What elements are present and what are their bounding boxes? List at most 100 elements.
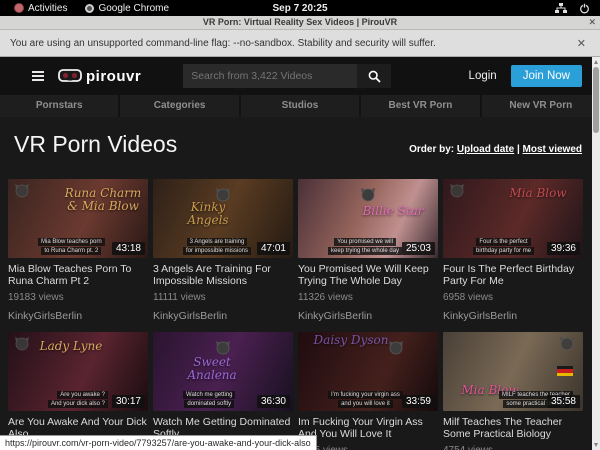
search-bar [183, 64, 391, 88]
logo-text: pirouvr [86, 68, 141, 85]
search-icon [368, 70, 381, 83]
nav-item-best-vr-porn[interactable]: Best VR Porn [361, 95, 481, 117]
menu-icon[interactable] [32, 71, 44, 81]
thumbnail-overlay-text: Runa Charm & Mia Blow [64, 187, 142, 212]
duration-badge: 36:30 [257, 395, 290, 408]
video-card[interactable]: Daisy Dyson I'm fucking your virgin assa… [298, 332, 438, 450]
duration-badge: 30:17 [112, 395, 145, 408]
video-card[interactable]: Runa Charm & Mia Blow Mia Blow teaches p… [8, 179, 148, 322]
duration-badge: 47:01 [257, 242, 290, 255]
thumbnail-caption: You promised we willkeep trying the whol… [328, 238, 402, 255]
video-title[interactable]: Mia Blow Teaches Porn To Runa Charm Pt 2 [8, 263, 148, 287]
video-thumbnail[interactable]: Sweet Analena Watch me gettingdominated … [153, 332, 293, 411]
studio-watermark-icon [14, 336, 30, 352]
login-link[interactable]: Login [469, 70, 497, 82]
video-views: 11111 views [153, 292, 293, 303]
video-title[interactable]: Im Fucking Your Virgin Ass And You Will … [298, 416, 438, 440]
video-grid: Runa Charm & Mia Blow Mia Blow teaches p… [8, 179, 592, 450]
power-icon[interactable] [579, 3, 590, 14]
studio-watermark-icon [360, 187, 376, 203]
video-studio-link[interactable]: KinkyGirlsBerlin [153, 310, 293, 322]
order-by: Order by: Upload date | Most viewed [409, 144, 592, 155]
order-upload-date-link[interactable]: Upload date [457, 144, 514, 155]
site-logo[interactable]: pirouvr [58, 68, 141, 85]
order-by-label: Order by: [409, 144, 454, 155]
video-thumbnail[interactable]: Runa Charm & Mia Blow Mia Blow teaches p… [8, 179, 148, 258]
video-title[interactable]: Four Is The Perfect Birthday Party For M… [443, 263, 583, 287]
duration-badge: 25:03 [402, 242, 435, 255]
studio-watermark-icon [14, 183, 30, 199]
video-thumbnail[interactable]: Kinky Angels 3 Angels are trainingfor im… [153, 179, 293, 258]
gnome-top-bar: Activities Google Chrome Sep 7 20:25 [0, 0, 600, 16]
webpage: pirouvr Login Join Now Pornstars Categor… [0, 57, 600, 450]
nav-item-categories[interactable]: Categories [120, 95, 240, 117]
nav-item-pornstars[interactable]: Pornstars [0, 95, 120, 117]
window-close-icon[interactable]: ✕ [588, 17, 596, 28]
video-title[interactable]: 3 Angels Are Training For Impossible Mis… [153, 263, 293, 287]
studio-watermark-icon [449, 183, 465, 199]
studio-watermark-icon [388, 340, 404, 356]
order-most-viewed-link[interactable]: Most viewed [523, 144, 582, 155]
video-thumbnail[interactable]: Daisy Dyson I'm fucking your virgin assa… [298, 332, 438, 411]
duration-badge: 39:36 [547, 242, 580, 255]
scrollbar-thumb[interactable] [593, 67, 599, 133]
video-title[interactable]: Milf Teaches The Teacher Some Practical … [443, 416, 583, 440]
german-flag-icon [557, 366, 573, 376]
thumbnail-caption: Watch me gettingdominated softly [183, 391, 235, 408]
nav-item-new-vr-porn[interactable]: New VR Porn [482, 95, 600, 117]
thumbnail-overlay-text: Billie Star [354, 205, 432, 218]
screen: Activities Google Chrome Sep 7 20:25 V [0, 0, 600, 450]
thumbnail-caption: Mia Blow teaches pornto Runa Charm pt. 2 [38, 238, 105, 255]
studio-watermark-icon [215, 340, 231, 356]
chrome-infobar: You are using an unsupported command-lin… [0, 30, 600, 57]
video-card[interactable]: Mia Blow MILF teaches the teachersome pr… [443, 332, 583, 450]
video-thumbnail[interactable]: Mia Blow MILF teaches the teachersome pr… [443, 332, 583, 411]
video-card[interactable]: Billie Star You promised we willkeep try… [298, 179, 438, 322]
vr-goggles-icon [58, 69, 82, 83]
video-card[interactable]: Lady Lyne Are you awake ?And your dick a… [8, 332, 148, 450]
network-icon[interactable] [555, 3, 567, 14]
infobar-message: You are using an unsupported command-lin… [0, 38, 436, 49]
thumbnail-overlay-text: Mia Blow [499, 187, 577, 200]
duration-badge: 35:58 [547, 395, 580, 408]
thumbnail-overlay-text: Sweet Analena [173, 356, 251, 381]
search-input[interactable] [183, 64, 357, 88]
studio-watermark-icon [559, 336, 575, 352]
video-title[interactable]: You Promised We Will Keep Trying The Who… [298, 263, 438, 287]
site-header: pirouvr Login Join Now [0, 57, 600, 95]
thumbnail-overlay-text: Daisy Dyson [312, 334, 390, 347]
duration-badge: 43:18 [112, 242, 145, 255]
nav-item-studios[interactable]: Studios [241, 95, 361, 117]
video-card[interactable]: Mia Blow Four is the perfectbirthday par… [443, 179, 583, 322]
thumbnail-overlay-text: Lady Lyne [32, 340, 110, 353]
main-nav: Pornstars Categories Studios Best VR Por… [0, 95, 600, 117]
thumbnail-caption: 3 Angels are trainingfor impossible miss… [183, 238, 251, 255]
video-card[interactable]: Kinky Angels 3 Angels are trainingfor im… [153, 179, 293, 322]
search-button[interactable] [357, 64, 391, 88]
join-now-button[interactable]: Join Now [511, 65, 582, 87]
scroll-up-icon[interactable] [594, 60, 598, 64]
video-studio-link[interactable]: KinkyGirlsBerlin [443, 310, 583, 322]
status-bar-url: https://pirouvr.com/vr-porn-video/779325… [0, 435, 317, 450]
video-views: 19183 views [8, 292, 148, 303]
clock[interactable]: Sep 7 20:25 [0, 3, 600, 14]
infobar-close-icon[interactable]: ✕ [577, 37, 600, 50]
video-card[interactable]: Sweet Analena Watch me gettingdominated … [153, 332, 293, 450]
video-views: 4754 views [443, 445, 583, 450]
video-thumbnail[interactable]: Mia Blow Four is the perfectbirthday par… [443, 179, 583, 258]
scroll-down-icon[interactable] [594, 443, 598, 447]
thumbnail-caption: I'm fucking your virgin assand you will … [328, 391, 403, 408]
video-thumbnail[interactable]: Lady Lyne Are you awake ?And your dick a… [8, 332, 148, 411]
video-views: 11326 views [298, 292, 438, 303]
tab-title: VR Porn: Virtual Reality Sex Videos | Pi… [0, 17, 600, 27]
video-views: 8705 views [298, 445, 438, 450]
video-studio-link[interactable]: KinkyGirlsBerlin [8, 310, 148, 322]
thumbnail-caption: Four is the perfectbirthday party for me [473, 238, 534, 255]
duration-badge: 33:59 [402, 395, 435, 408]
browser-tab-strip: VR Porn: Virtual Reality Sex Videos | Pi… [0, 16, 600, 30]
page-title: VR Porn Videos [8, 131, 177, 158]
page-scrollbar[interactable] [592, 57, 600, 450]
thumbnail-caption: Are you awake ?And your dick also ? [48, 391, 108, 408]
video-thumbnail[interactable]: Billie Star You promised we willkeep try… [298, 179, 438, 258]
video-studio-link[interactable]: KinkyGirlsBerlin [298, 310, 438, 322]
